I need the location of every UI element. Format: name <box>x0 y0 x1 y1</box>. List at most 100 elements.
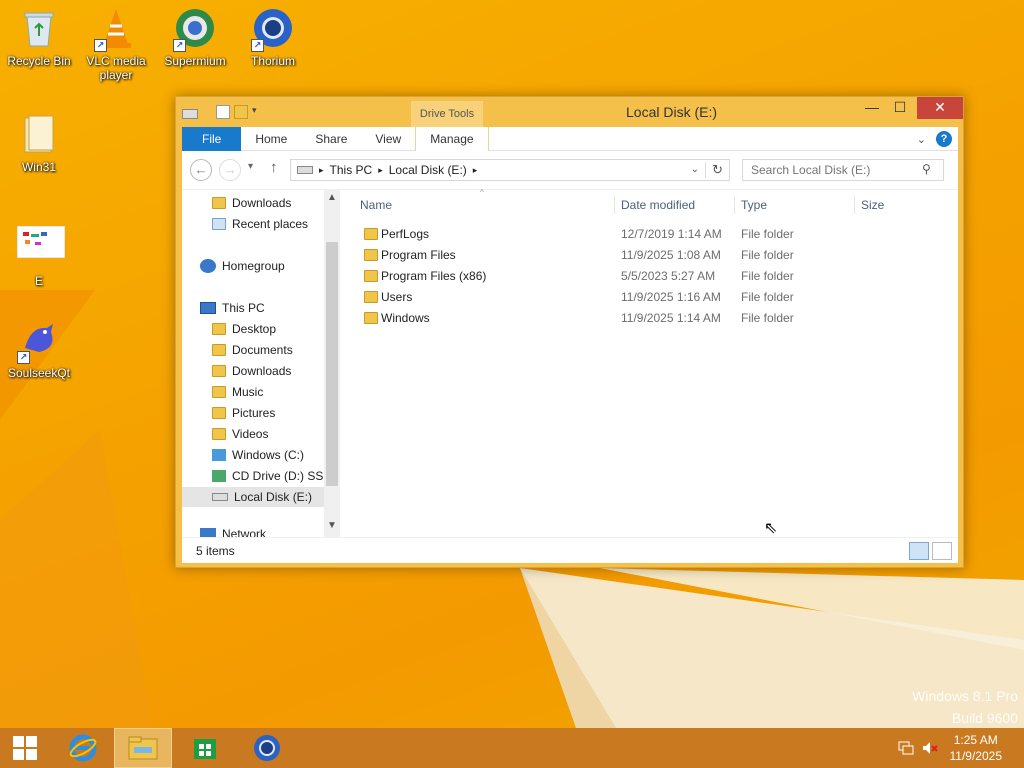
drive-icon <box>297 166 313 174</box>
back-arrow-icon[interactable]: ← <box>190 159 212 181</box>
item-count: 5 items <box>196 544 235 558</box>
recent-places-icon <box>212 218 226 230</box>
desktop-icon-label: VLC media player <box>86 54 146 82</box>
title-bar[interactable]: ▾ Drive Tools Local Disk (E:) — ☐ ✕ <box>176 97 963 127</box>
address-bar[interactable]: ▸ This PC ▸ Local Disk (E:) ▸ ⌄ ↻ <box>290 159 730 181</box>
navigation-pane-scrollbar[interactable]: ▲ ▼ <box>324 190 340 538</box>
scroll-up-chevron-icon[interactable]: ▲ <box>324 192 340 203</box>
desktop-icon-vlc[interactable]: ↗ VLC media player <box>78 6 154 82</box>
column-header-date-modified[interactable]: Date modified <box>621 198 695 212</box>
document-thumbnail-icon <box>16 225 66 270</box>
nav-item-local-disk-e[interactable]: Local Disk (E:) <box>182 487 324 507</box>
expand-ribbon-chevron-icon[interactable]: ⌄ <box>917 133 926 146</box>
nav-item-network[interactable]: Network <box>200 524 266 538</box>
shortcut-arrow-icon: ↗ <box>17 351 30 364</box>
tab-manage[interactable]: Manage <box>415 126 489 151</box>
speaker-muted-icon[interactable] <box>922 740 938 756</box>
desktop-icon-supermium[interactable]: ↗ Supermium <box>157 6 233 68</box>
search-input[interactable] <box>742 159 944 181</box>
desktop-icon-soulseekqt[interactable]: ↗ SoulseekQt <box>1 318 77 380</box>
nav-item-music[interactable]: Music <box>212 382 263 402</box>
nav-item-downloads[interactable]: Downloads <box>212 193 291 213</box>
desktop-icon-label: E <box>34 274 43 288</box>
nav-item-windows-c[interactable]: Windows (C:) <box>212 445 304 465</box>
start-button[interactable] <box>0 728 50 768</box>
column-divider[interactable] <box>614 196 615 214</box>
nav-item-desktop[interactable]: Desktop <box>212 319 276 339</box>
soulseek-bird-icon: ↗ <box>17 318 61 364</box>
desktop-icon-win31[interactable]: Win31 <box>1 112 77 174</box>
file-row[interactable]: Program Files 11/9/2025 1:08 AM File fol… <box>352 245 952 265</box>
mouse-cursor-icon: ⇖ <box>764 520 778 537</box>
thorium-icon: ↗ <box>251 6 295 52</box>
desktop-icon-e[interactable]: E <box>1 225 77 288</box>
large-icons-view-icon[interactable] <box>932 542 952 560</box>
window-title: Local Disk (E:) <box>626 104 718 120</box>
nav-item-pictures[interactable]: Pictures <box>212 403 275 423</box>
system-clock[interactable]: 1:25 AM 11/9/2025 <box>950 732 1003 764</box>
properties-icon[interactable] <box>216 105 230 119</box>
breadcrumb-separator-icon[interactable]: ▸ <box>378 165 383 176</box>
ribbon-tabs: File Home Share View Manage ⌄ ? <box>182 126 958 151</box>
breadcrumb-local-disk[interactable]: Local Disk (E:) <box>389 163 467 177</box>
chevron-down-icon[interactable]: ▾ <box>252 105 262 119</box>
taskbar-store[interactable] <box>176 728 234 768</box>
quick-access-toolbar: ▾ <box>182 105 262 119</box>
file-explorer-window[interactable]: ▾ Drive Tools Local Disk (E:) — ☐ ✕ File… <box>175 96 964 568</box>
scroll-down-chevron-icon[interactable]: ▼ <box>324 520 340 531</box>
videos-folder-icon <box>212 428 226 440</box>
tab-view[interactable]: View <box>361 127 415 151</box>
nav-item-cd-drive-d[interactable]: CD Drive (D:) SSS <box>212 466 331 486</box>
column-divider[interactable] <box>734 196 735 214</box>
desktop-icon-thorium[interactable]: ↗ Thorium <box>235 6 311 68</box>
forward-arrow-icon[interactable]: → <box>219 159 241 181</box>
nav-item-videos[interactable]: Videos <box>212 424 268 444</box>
nav-item-homegroup[interactable]: Homegroup <box>200 256 285 276</box>
taskbar-file-explorer[interactable] <box>114 728 172 768</box>
taskbar-thorium[interactable] <box>238 728 296 768</box>
tab-file[interactable]: File <box>182 126 242 151</box>
network-tray-icon[interactable] <box>898 740 914 756</box>
file-row[interactable]: PerfLogs 12/7/2019 1:14 AM File folder <box>352 224 952 244</box>
folder-icon <box>17 112 61 156</box>
recent-locations-chevron-icon[interactable]: ▾ <box>248 161 253 172</box>
nav-item-recent-places[interactable]: Recent places <box>212 214 308 234</box>
breadcrumb-this-pc[interactable]: This PC <box>330 163 373 177</box>
breadcrumb-separator-icon[interactable]: ▸ <box>319 165 324 176</box>
drive-icon <box>182 109 198 119</box>
tab-home[interactable]: Home <box>241 127 301 151</box>
details-view-icon[interactable] <box>909 542 929 560</box>
address-dropdown-chevron-icon[interactable]: ⌄ <box>691 164 699 175</box>
column-header-type[interactable]: Type <box>741 198 767 212</box>
status-bar: 5 items <box>182 537 958 563</box>
new-folder-icon[interactable] <box>234 105 248 119</box>
nav-item-downloads-pc[interactable]: Downloads <box>212 361 291 381</box>
downloads-folder-icon <box>212 365 226 377</box>
file-row[interactable]: Users 11/9/2025 1:16 AM File folder <box>352 287 952 307</box>
shortcut-arrow-icon: ↗ <box>173 39 186 52</box>
column-header-size[interactable]: Size <box>861 198 884 212</box>
file-row[interactable]: Program Files (x86) 5/5/2023 5:27 AM Fil… <box>352 266 952 286</box>
help-icon[interactable]: ? <box>936 131 952 147</box>
maximize-button[interactable]: ☐ <box>887 97 913 119</box>
navigation-pane[interactable]: Downloads Recent places Homegroup This P… <box>182 190 336 538</box>
tab-share[interactable]: Share <box>301 127 361 151</box>
minimize-button[interactable]: — <box>859 97 885 119</box>
column-divider[interactable] <box>854 196 855 214</box>
desktop-icon-label: Supermium <box>164 54 226 68</box>
refresh-icon[interactable]: ↻ <box>705 162 723 178</box>
contextual-tab-drive-tools: Drive Tools <box>411 101 483 127</box>
breadcrumb-separator-icon[interactable]: ▸ <box>473 165 478 176</box>
pictures-folder-icon <box>212 407 226 419</box>
file-row[interactable]: Windows 11/9/2025 1:14 AM File folder <box>352 308 952 328</box>
drive-icon <box>212 493 228 501</box>
nav-item-this-pc[interactable]: This PC <box>200 298 265 318</box>
up-arrow-icon[interactable]: ↑ <box>270 159 278 176</box>
nav-item-documents[interactable]: Documents <box>212 340 293 360</box>
music-folder-icon <box>212 386 226 398</box>
column-header-name[interactable]: Name <box>360 198 392 212</box>
close-button[interactable]: ✕ <box>917 97 963 119</box>
scrollbar-thumb[interactable] <box>326 242 338 486</box>
desktop-icon-recycle-bin[interactable]: Recycle Bin <box>1 6 77 68</box>
taskbar-internet-explorer[interactable] <box>54 728 112 768</box>
